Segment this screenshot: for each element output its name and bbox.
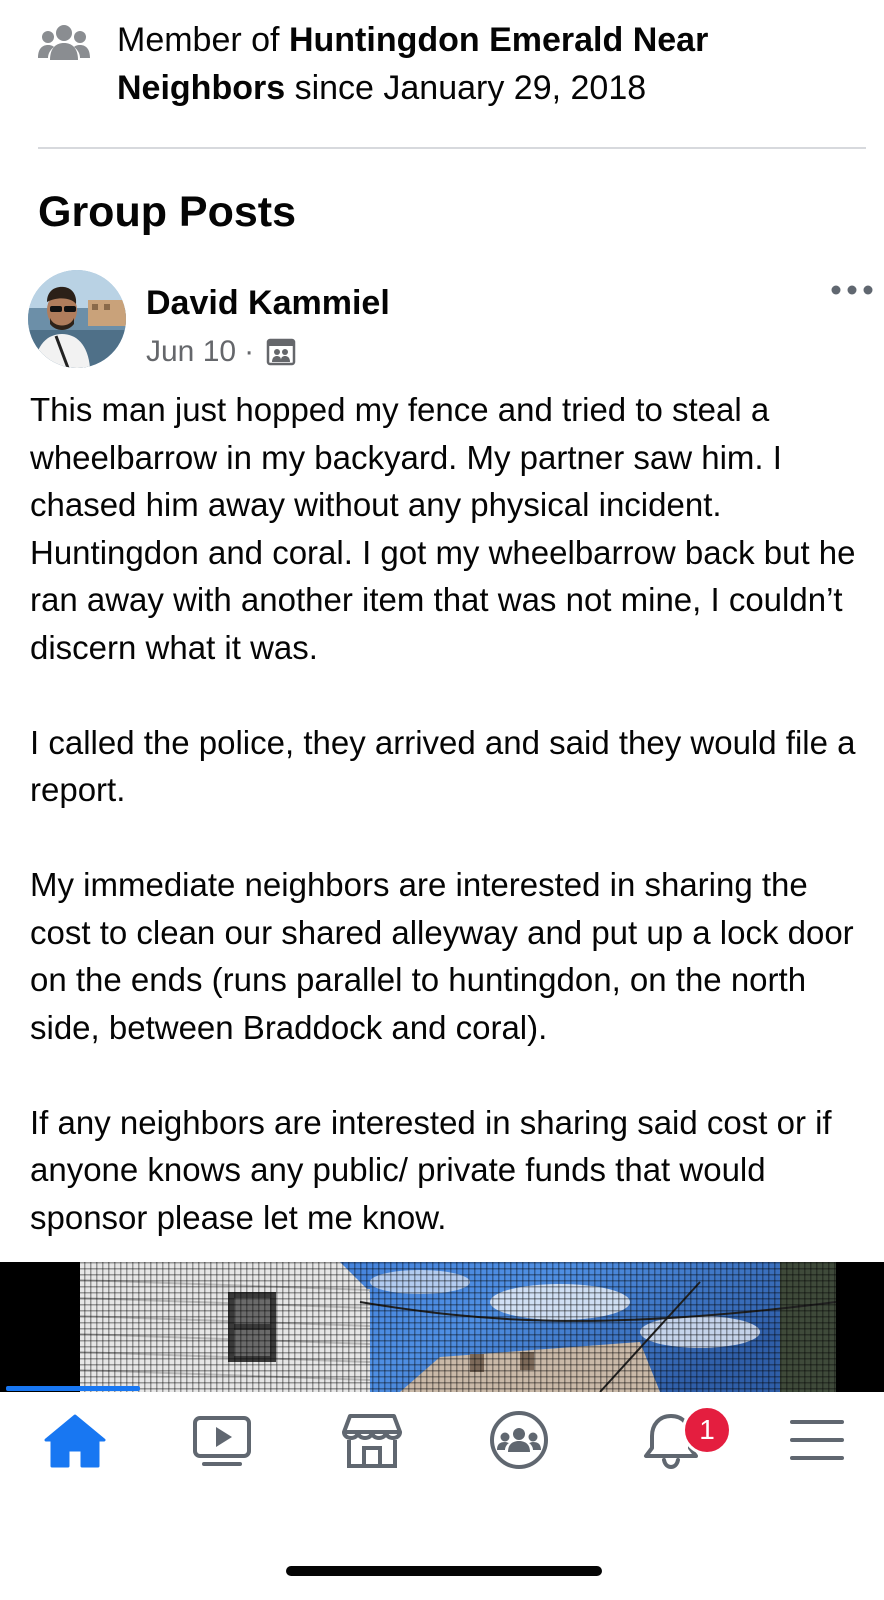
post-paragraph: My immediate neighbors are interested in…	[30, 866, 854, 1046]
divider	[38, 147, 866, 149]
tab-watch[interactable]	[178, 1400, 268, 1480]
post-photo-image	[0, 1262, 884, 1392]
bottom-tab-bar	[0, 1392, 884, 1490]
membership-prefix: Member of	[117, 21, 289, 59]
post-paragraph: I called the police, they arrived and sa…	[30, 723, 856, 809]
marketplace-icon	[342, 1414, 402, 1468]
membership-since: since January 29, 2018	[285, 69, 647, 107]
group-membership-info: Member of Huntingdon Emerald Near Neighb…	[36, 14, 866, 124]
active-tab-indicator	[6, 1386, 140, 1391]
group-audience-icon	[266, 338, 296, 366]
tab-menu[interactable]	[772, 1400, 862, 1480]
meta-separator: ·	[244, 335, 255, 368]
avatar-photo	[28, 270, 126, 368]
author-name[interactable]: David Kammiel	[146, 282, 390, 324]
post-date[interactable]: Jun 10	[146, 335, 236, 369]
section-title: Group Posts	[38, 188, 297, 236]
post-text: This man just hopped my fence and tried …	[30, 386, 866, 1241]
group-icon	[38, 25, 90, 60]
tab-home[interactable]	[30, 1400, 120, 1480]
hamburger-menu-icon	[790, 1420, 844, 1460]
author-avatar[interactable]	[28, 270, 126, 368]
post-photo[interactable]	[0, 1262, 884, 1392]
home-icon	[44, 1414, 106, 1468]
tab-marketplace[interactable]	[328, 1400, 418, 1480]
notifications-badge: 1	[682, 1405, 732, 1455]
more-options-icon[interactable]	[830, 282, 874, 306]
post-paragraph: If any neighbors are interested in shari…	[30, 1103, 832, 1236]
home-indicator[interactable]	[286, 1566, 602, 1576]
post-meta: Jun 10 ·	[146, 334, 296, 370]
post-paragraph: This man just hopped my fence and tried …	[30, 391, 856, 666]
video-icon	[193, 1416, 251, 1466]
membership-text: Member of Huntingdon Emerald Near Neighb…	[117, 16, 837, 112]
tab-groups[interactable]	[474, 1400, 564, 1480]
groups-icon	[490, 1411, 548, 1469]
